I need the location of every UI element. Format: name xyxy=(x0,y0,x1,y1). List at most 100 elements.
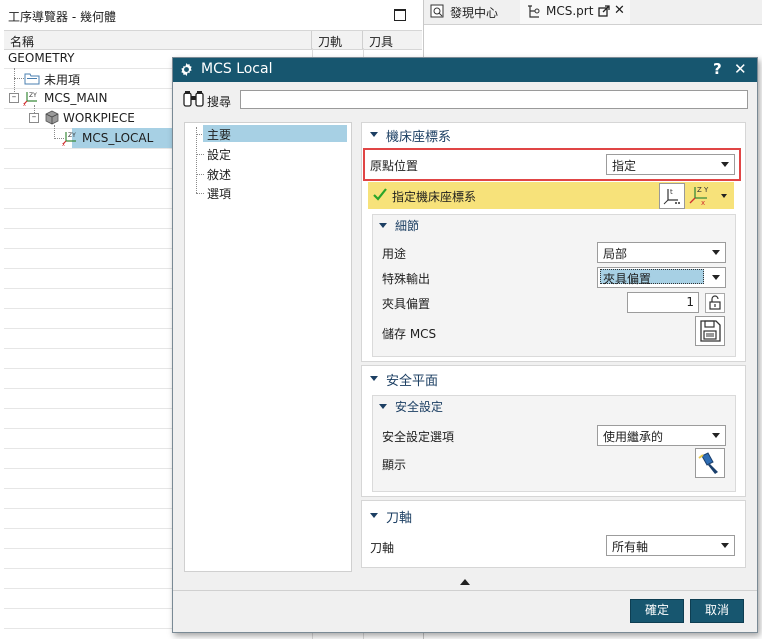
tool-axis-panel: 刀軸 刀軸 所有軸 xyxy=(361,500,746,568)
list-connector xyxy=(196,127,197,193)
fixture-offset-input[interactable]: 1 xyxy=(627,292,699,313)
inferred-csys-button[interactable]: Z Y x xyxy=(687,183,717,207)
floppy-disk-icon xyxy=(700,320,721,342)
purpose-dropdown[interactable]: 局部 xyxy=(597,242,726,263)
csys-icon: Z Y x xyxy=(689,186,709,207)
clearance-title[interactable]: 安全平面 xyxy=(386,370,438,389)
csys-dialog-button[interactable]: t xyxy=(659,183,685,209)
tree-connector xyxy=(14,78,24,79)
special-output-dropdown[interactable]: 夾具偏置 xyxy=(597,267,726,288)
list-connector xyxy=(196,193,204,194)
page-settings[interactable]: 設定 xyxy=(207,146,231,163)
collapse-arrow-icon[interactable] xyxy=(370,376,378,381)
machine-cs-panel: 機床座標系 原點位置 指定 指定機床座標系 t Z Yx 細節 用途 局部 特殊… xyxy=(361,122,746,362)
tree-item-unused[interactable]: 未用項 xyxy=(44,71,80,88)
column-tool[interactable]: 刀具 xyxy=(369,33,393,50)
origin-dropdown[interactable]: 指定 xyxy=(606,154,735,175)
origin-value: 指定 xyxy=(612,159,637,173)
lock-button[interactable] xyxy=(705,293,725,313)
close-tab-icon[interactable]: ✕ xyxy=(614,3,625,18)
ok-button[interactable]: 確定 xyxy=(630,599,684,623)
part-icon xyxy=(525,4,543,22)
collapse-arrow-icon[interactable] xyxy=(379,404,387,409)
tree-item-geometry[interactable]: GEOMETRY xyxy=(8,51,75,65)
tree-item-mcs-local[interactable]: MCS_LOCAL xyxy=(82,131,153,145)
cancel-button[interactable]: 取消 xyxy=(690,599,744,623)
svg-text:t: t xyxy=(670,188,673,196)
chevron-down-icon[interactable] xyxy=(721,194,727,198)
tree-item-workpiece[interactable]: WORKPIECE xyxy=(63,111,135,125)
tab-discovery-center[interactable]: 發現中心 xyxy=(450,4,498,21)
navigator-header: 名稱 刀軌 刀具 xyxy=(4,30,422,50)
mcs-icon: ZY x xyxy=(23,90,41,109)
unlock-icon xyxy=(709,295,721,310)
purpose-value: 局部 xyxy=(603,247,628,261)
column-toolpath[interactable]: 刀軌 xyxy=(318,33,342,50)
chevron-down-icon xyxy=(712,275,720,280)
chevron-down-icon xyxy=(721,543,729,548)
footer-divider xyxy=(173,590,757,591)
close-icon[interactable]: ✕ xyxy=(734,60,747,78)
svg-text:ZY: ZY xyxy=(68,132,76,139)
tool-axis-label: 刀軸 xyxy=(370,541,395,555)
clearance-panel: 安全平面 安全設定 安全設定選項 使用繼承的 顯示 xyxy=(361,365,746,497)
column-divider xyxy=(362,31,363,49)
binoculars-icon xyxy=(182,90,206,111)
dialog-title: MCS Local xyxy=(201,61,273,77)
special-output-label: 特殊輸出 xyxy=(382,272,431,286)
tool-axis-title[interactable]: 刀軸 xyxy=(386,507,412,526)
popout-icon[interactable] xyxy=(598,5,610,20)
mcs-icon: ZY x xyxy=(62,130,80,149)
details-title[interactable]: 細節 xyxy=(395,217,419,234)
clearance-settings-title[interactable]: 安全設定 xyxy=(395,398,443,415)
collapse-icon[interactable]: – xyxy=(9,93,19,103)
workpiece-icon xyxy=(44,110,60,128)
tab-mcs-prt-label: MCS.prt xyxy=(546,4,594,18)
chevron-down-icon xyxy=(721,162,729,167)
tree-item-mcs-main[interactable]: MCS_MAIN xyxy=(44,91,107,105)
page-main[interactable]: 主要 xyxy=(207,126,231,143)
dialog-title-bar[interactable]: MCS Local ? ✕ xyxy=(173,58,757,82)
svg-text:x: x xyxy=(62,142,65,146)
mcs-local-dialog: MCS Local ? ✕ 搜尋 主要 設定 敘述 選項 機床座標系 原點位置 … xyxy=(172,57,758,633)
save-mcs-button[interactable] xyxy=(695,316,725,346)
clearance-settings-subpanel: 安全設定 安全設定選項 使用繼承的 顯示 xyxy=(372,395,736,492)
specify-mcs-label: 指定機床座標系 xyxy=(392,190,477,204)
collapse-arrow-icon[interactable] xyxy=(370,132,378,137)
page-options[interactable]: 選項 xyxy=(207,185,231,202)
display-button[interactable] xyxy=(695,448,725,478)
column-divider xyxy=(311,31,312,49)
list-connector xyxy=(196,154,204,155)
svg-text:ZY: ZY xyxy=(29,92,37,99)
column-name[interactable]: 名稱 xyxy=(10,33,34,50)
chevron-down-icon xyxy=(712,433,720,438)
check-icon xyxy=(372,187,388,206)
clearance-option-dropdown[interactable]: 使用繼承的 xyxy=(597,425,726,446)
machine-cs-title[interactable]: 機床座標系 xyxy=(386,126,451,145)
csys-dialog-icon: t xyxy=(663,188,680,205)
collapse-arrow-icon[interactable] xyxy=(379,223,387,228)
navigator-title: 工序導覽器 - 幾何體 xyxy=(8,10,116,24)
tool-axis-dropdown[interactable]: 所有軸 xyxy=(606,535,735,556)
page-description[interactable]: 敘述 xyxy=(207,166,231,183)
details-subpanel: 細節 用途 局部 特殊輸出 夾具偏置 夾具偏置 1 儲存 MCS xyxy=(372,214,736,357)
svg-text:x: x xyxy=(701,199,705,207)
maximize-icon[interactable] xyxy=(394,9,406,21)
help-icon[interactable]: ? xyxy=(713,60,722,78)
discovery-icon xyxy=(430,4,445,22)
save-mcs-label: 儲存 MCS xyxy=(382,327,437,341)
collapse-icon[interactable]: – xyxy=(29,113,39,123)
chevron-down-icon xyxy=(712,250,720,255)
special-output-value: 夾具偏置 xyxy=(603,272,652,286)
page-list: 主要 設定 敘述 選項 xyxy=(184,122,352,572)
flashlight-icon xyxy=(698,452,718,474)
search-input[interactable] xyxy=(240,90,748,109)
svg-text:Z Y: Z Y xyxy=(697,186,709,194)
collapse-arrow-icon[interactable] xyxy=(370,513,378,518)
collapse-up-icon[interactable] xyxy=(460,579,470,585)
clearance-option-label: 安全設定選項 xyxy=(382,430,455,444)
gear-icon xyxy=(179,62,194,80)
folder-icon xyxy=(24,71,40,88)
purpose-label: 用途 xyxy=(382,247,407,261)
fixture-offset-label: 夾具偏置 xyxy=(382,297,431,311)
